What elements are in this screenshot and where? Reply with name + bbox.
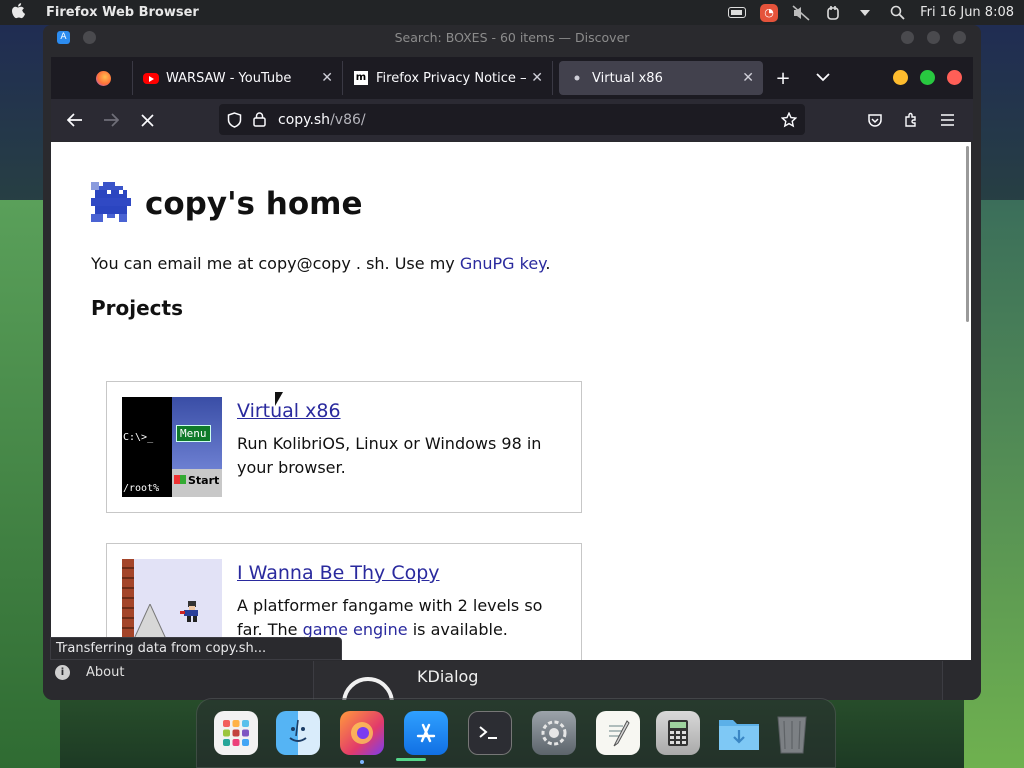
status-panel: Transferring data from copy.sh... xyxy=(50,637,342,660)
tracking-protection-shield-icon[interactable] xyxy=(227,111,245,128)
mozilla-icon: m xyxy=(354,71,368,85)
firefox-running-indicator xyxy=(360,760,364,764)
firefox-window: A Search: BOXES - 60 items — Discover WA… xyxy=(43,25,981,700)
forward-arrow-icon[interactable] xyxy=(93,105,129,135)
chevron-down-icon[interactable] xyxy=(856,5,874,21)
firefox-icon[interactable] xyxy=(340,711,384,755)
system-settings-icon[interactable] xyxy=(532,711,576,755)
email-text: You can email me at copy@copy . sh. Use … xyxy=(91,254,460,273)
hamburger-menu-icon[interactable] xyxy=(929,105,965,135)
i-wanna-be-thy-copy-link[interactable]: I Wanna Be Thy Copy xyxy=(237,562,440,584)
navigation-toolbar: copy.sh/v86/ xyxy=(51,99,973,141)
root-prompt: /root% xyxy=(123,483,160,494)
firefox-icon xyxy=(95,70,111,86)
top-menu-bar: Firefox Web Browser ◔ Fri 16 Jun 8:08 xyxy=(0,0,1024,25)
i-wanna-be-thy-copy-description: A platformer fangame with 2 levels so fa… xyxy=(237,594,567,642)
url-host: copy.sh xyxy=(278,111,331,128)
virtual-x86-link[interactable]: Virtual x86 xyxy=(237,400,341,422)
window-title: Search: BOXES - 60 items — Discover xyxy=(394,29,630,45)
virtual-x86-thumbnail[interactable]: C:\>_ /root% Menu Start xyxy=(122,397,222,497)
pixel-invader-logo-icon xyxy=(91,182,131,226)
tab-privacy-notice[interactable]: m Firefox Privacy Notice — ✕ xyxy=(343,61,553,95)
web-page-content: copy's home You can email me at copy@cop… xyxy=(51,142,971,660)
menu-button: Menu xyxy=(176,425,211,442)
clock[interactable]: Fri 16 Jun 8:08 xyxy=(920,5,1014,20)
tab-label: Firefox Privacy Notice — xyxy=(376,70,526,86)
accessibility-icon[interactable] xyxy=(824,5,842,21)
info-icon: i xyxy=(55,665,70,680)
kdialog-progress-ring-icon xyxy=(342,677,394,700)
about-label: About xyxy=(86,665,125,680)
kdialog-title: KDialog xyxy=(417,667,479,686)
battery-icon[interactable] xyxy=(728,5,747,21)
new-tab-plus-icon[interactable]: + xyxy=(763,68,803,89)
maximize-button[interactable] xyxy=(920,70,935,85)
trash-icon[interactable] xyxy=(770,711,814,755)
page-title: copy's home xyxy=(145,186,363,222)
email-suffix: . xyxy=(545,254,551,273)
dos-prompt: C:\>_ xyxy=(123,432,154,443)
spike-icon xyxy=(134,604,166,639)
maximize-inactive-icon[interactable] xyxy=(927,31,940,44)
downloads-folder-icon[interactable] xyxy=(717,711,761,755)
close-tab-icon[interactable]: ✕ xyxy=(531,70,543,86)
address-bar[interactable]: copy.sh/v86/ xyxy=(219,104,805,135)
calculator-icon[interactable] xyxy=(656,711,700,755)
tab-label: Virtual x86 xyxy=(592,70,663,86)
notification-app-icon[interactable]: ◔ xyxy=(760,3,779,22)
stop-loading-x-icon[interactable] xyxy=(129,105,165,135)
tab-virtual-x86[interactable]: Virtual x86 ✕ xyxy=(559,61,763,95)
youtube-icon xyxy=(143,70,159,86)
start-button: Start xyxy=(174,474,219,487)
minimize-inactive-icon[interactable] xyxy=(901,31,914,44)
windows-flag-icon xyxy=(174,475,186,484)
finder-icon[interactable] xyxy=(276,711,320,755)
page-scrollbar[interactable] xyxy=(966,146,969,322)
tab-youtube[interactable]: WARSAW - YouTube ✕ xyxy=(133,61,343,95)
dock xyxy=(196,698,836,768)
window-title-bar[interactable]: A Search: BOXES - 60 items — Discover xyxy=(43,25,981,49)
extensions-puzzle-icon[interactable] xyxy=(893,105,929,135)
projects-heading: Projects xyxy=(91,296,184,320)
text-editor-icon[interactable] xyxy=(596,711,640,755)
close-window-button[interactable] xyxy=(947,70,962,85)
tab-pinned-firefox[interactable] xyxy=(51,61,133,95)
apple-logo-icon[interactable] xyxy=(0,2,36,23)
app-store-icon[interactable] xyxy=(404,711,448,755)
player-kid-icon xyxy=(180,601,198,622)
bookmark-star-icon[interactable] xyxy=(781,111,797,128)
muted-speaker-icon[interactable] xyxy=(792,4,810,21)
email-line: You can email me at copy@copy . sh. Use … xyxy=(91,254,550,273)
start-label: Start xyxy=(188,474,220,487)
minimize-button[interactable] xyxy=(893,70,908,85)
project-card-virtual-x86[interactable]: C:\>_ /root% Menu Start Virtual x86 Run … xyxy=(106,381,582,513)
lock-icon[interactable] xyxy=(253,112,269,127)
tab-strip: WARSAW - YouTube ✕ m Firefox Privacy Not… xyxy=(51,57,973,99)
tab-label: WARSAW - YouTube xyxy=(166,70,292,86)
desc-suffix: is available. xyxy=(407,620,508,639)
back-arrow-icon[interactable] xyxy=(57,105,93,135)
app-store-running-indicator xyxy=(396,758,426,761)
active-app-name[interactable]: Firefox Web Browser xyxy=(46,5,199,20)
about-item[interactable]: i About xyxy=(55,665,124,680)
kdialog-panel[interactable]: KDialog xyxy=(313,661,943,700)
mouse-cursor-icon xyxy=(275,392,283,406)
gnupg-key-link[interactable]: GnuPG key xyxy=(460,254,546,273)
list-all-tabs-chevron-icon[interactable] xyxy=(803,70,843,86)
launchpad-icon[interactable] xyxy=(214,711,258,755)
terminal-icon[interactable] xyxy=(468,711,512,755)
virtual-x86-description: Run KolibriOS, Linux or Windows 98 in yo… xyxy=(237,434,542,477)
page-header: copy's home xyxy=(91,182,363,226)
pocket-icon[interactable] xyxy=(857,105,893,135)
url-path: /v86/ xyxy=(330,111,366,128)
terminal-pane xyxy=(122,397,172,497)
close-tab-icon[interactable]: ✕ xyxy=(742,70,754,86)
search-icon[interactable] xyxy=(888,5,906,21)
url-text[interactable]: copy.sh/v86/ xyxy=(278,112,366,128)
close-tab-icon[interactable]: ✕ xyxy=(321,70,333,86)
close-inactive-icon[interactable] xyxy=(953,31,966,44)
loading-dot-icon xyxy=(569,70,585,86)
